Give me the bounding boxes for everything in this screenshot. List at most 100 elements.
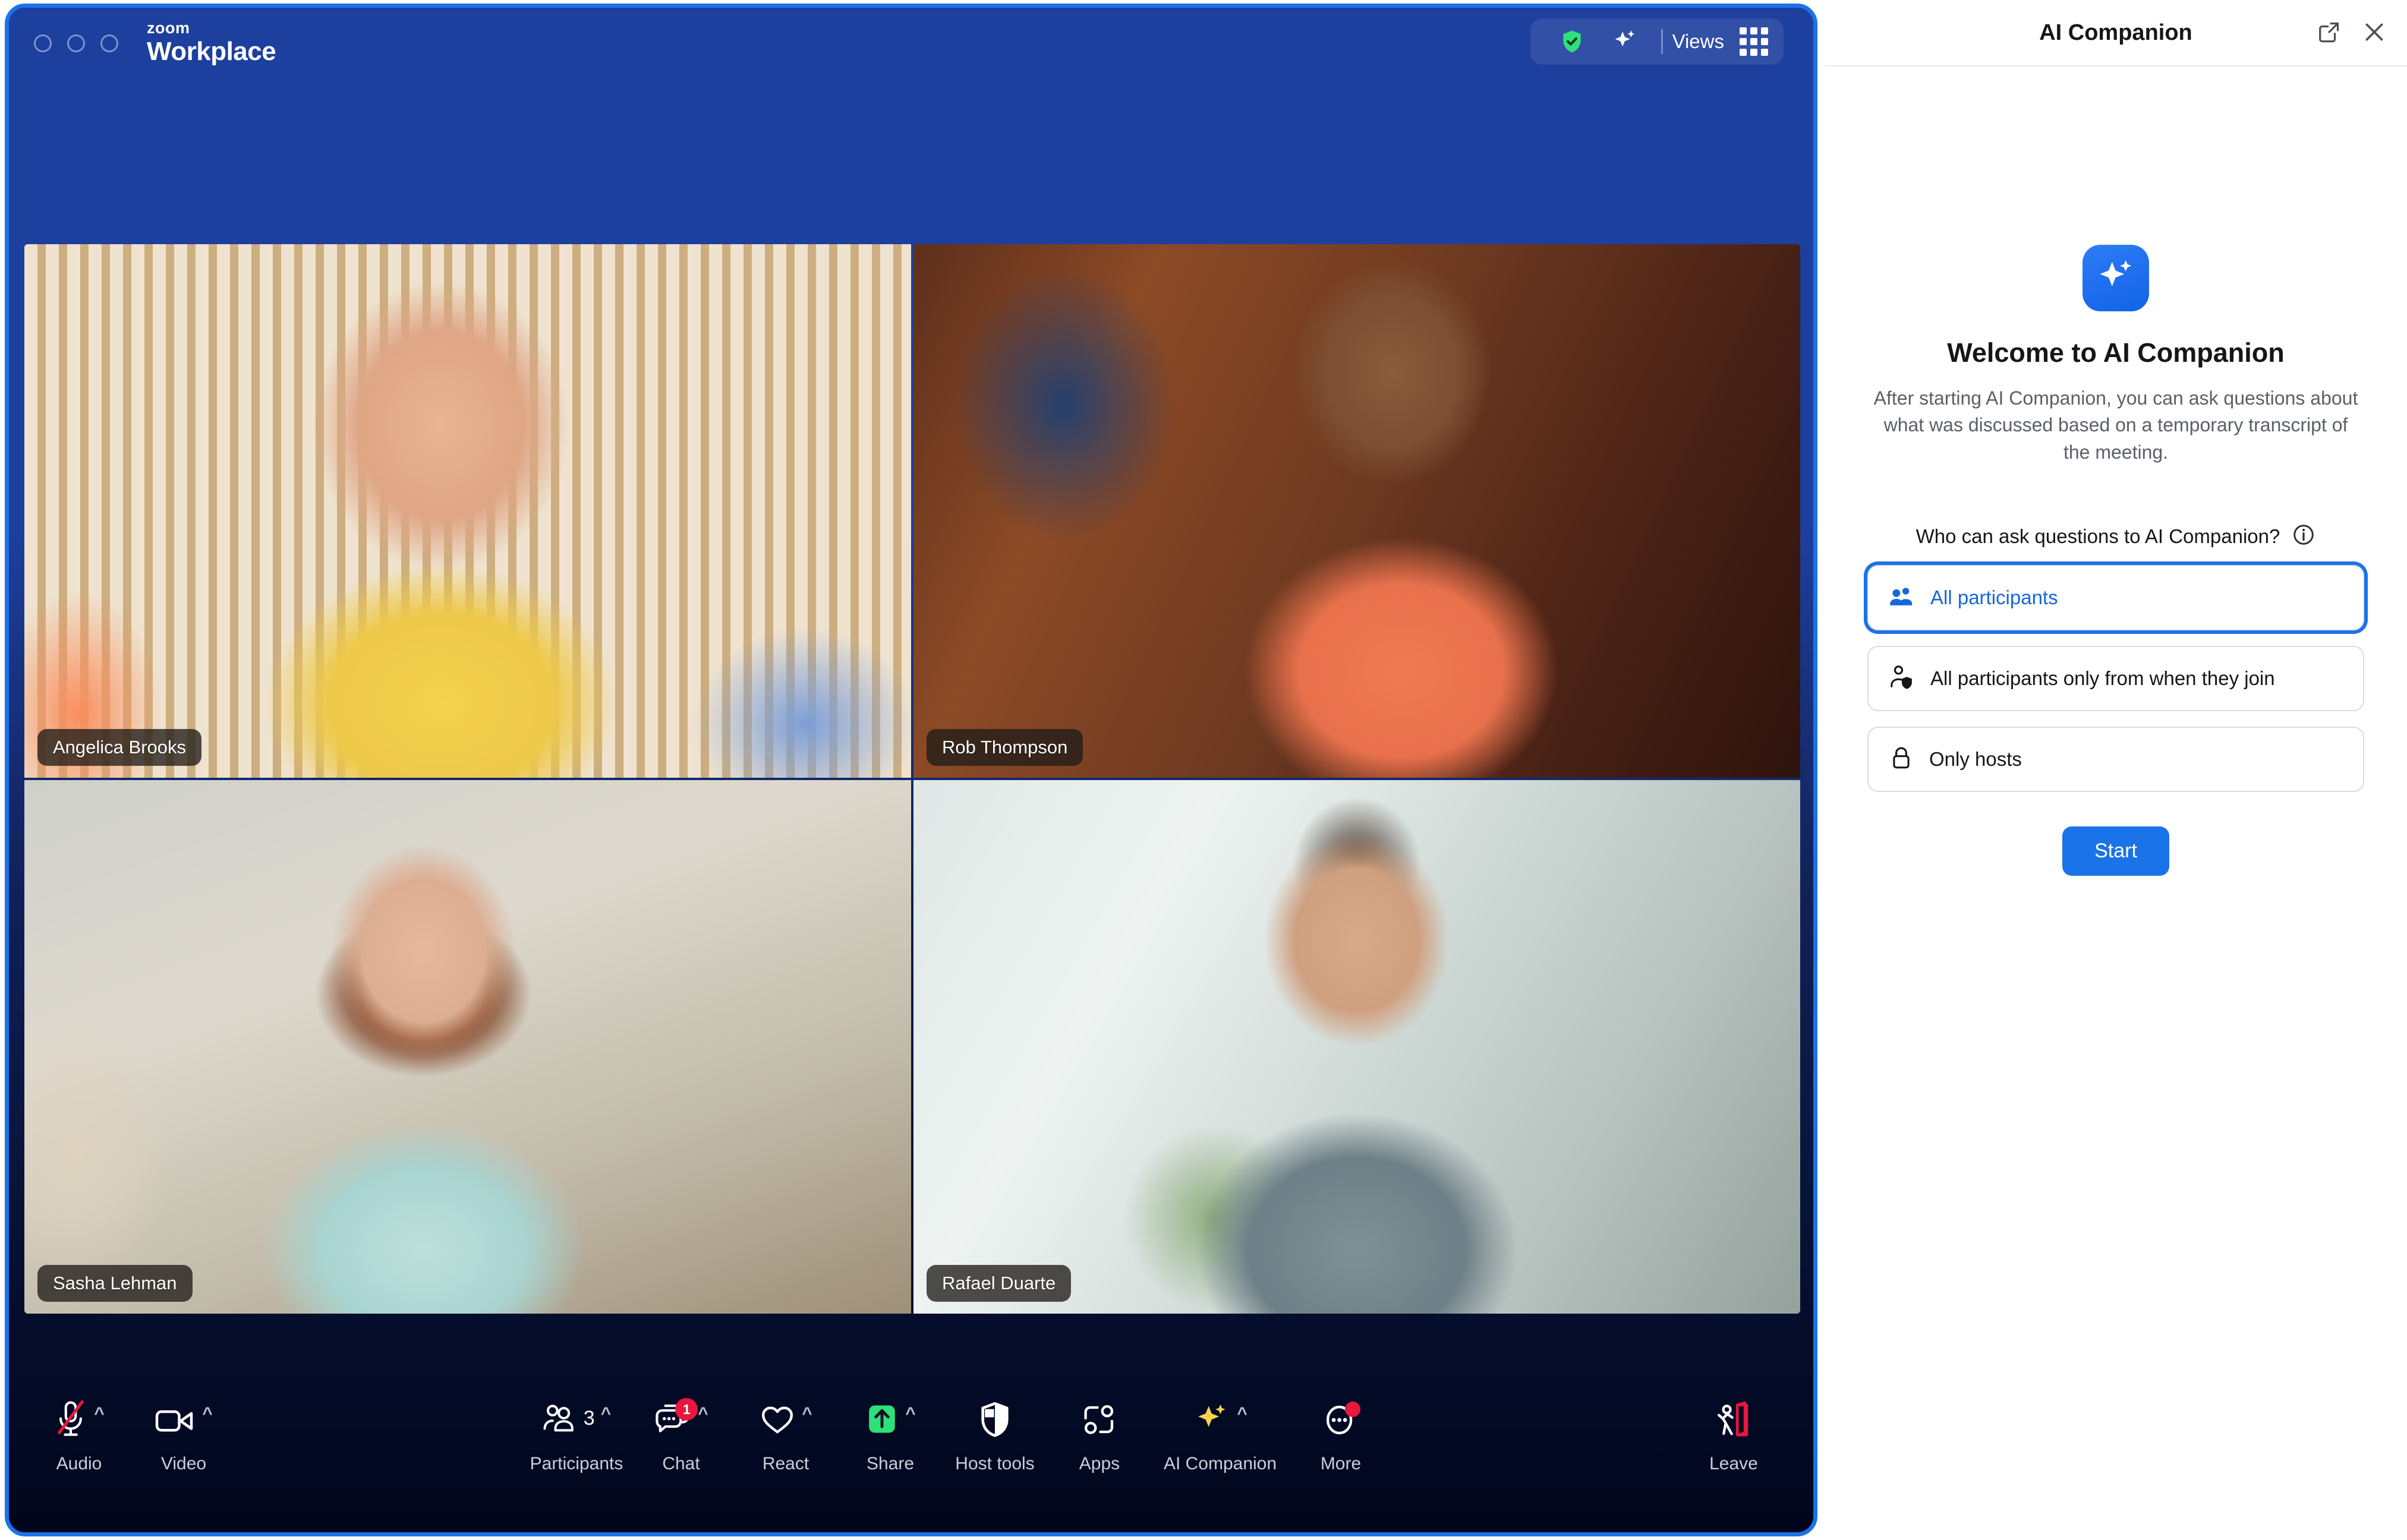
ai-welcome-section: Welcome to AI Companion After starting A…: [1867, 245, 2364, 466]
apps-icon[interactable]: [1081, 1403, 1118, 1440]
toolbar-label: AI Companion: [1163, 1454, 1277, 1473]
chat-unread-badge: 1: [675, 1398, 698, 1421]
ai-welcome-description: After starting AI Companion, you can ask…: [1873, 387, 2358, 463]
ai-panel-header-actions: [2317, 0, 2387, 67]
toolbar-label: Video: [160, 1454, 207, 1473]
participant-video-feed: [24, 780, 911, 1314]
toolbar-button-ai-companion[interactable]: ^ AI Companion: [1152, 1384, 1288, 1479]
info-icon[interactable]: [2292, 523, 2315, 550]
ai-permission-option-only-hosts[interactable]: Only hosts: [1867, 727, 2364, 793]
toolbar-label: Host tools: [955, 1454, 1035, 1473]
shield-check-icon[interactable]: [1546, 29, 1598, 55]
participant-video-grid: Angelica Brooks Rob Thompson Sasha Lehma…: [24, 244, 1800, 1314]
toolbar-button-host-tools[interactable]: Host tools: [943, 1384, 1047, 1479]
toolbar-label: Leave: [1709, 1454, 1758, 1473]
toolbar-button-audio[interactable]: ^ Audio: [27, 1384, 131, 1479]
toolbar-right-group: Leave: [1681, 1384, 1786, 1479]
toolbar-button-share[interactable]: ^ Share: [838, 1384, 943, 1479]
chevron-up-icon[interactable]: ^: [802, 1405, 812, 1423]
meeting-canvas: zoom Workplace Views Angelica Brooks Rob…: [9, 8, 1813, 1532]
ai-permission-option-from-join[interactable]: All participants only from when they joi…: [1867, 646, 2364, 712]
two-people-icon: [1889, 585, 1915, 611]
ai-sparkle-icon: [2083, 245, 2149, 311]
toolbar-label: Share: [866, 1454, 915, 1473]
video-tile[interactable]: Angelica Brooks: [24, 244, 911, 778]
ai-welcome-title: Welcome to AI Companion: [1947, 337, 2285, 368]
participant-video-feed: [24, 244, 911, 778]
grid-layout-icon[interactable]: [1736, 27, 1768, 56]
participant-name-badge: Rafael Duarte: [927, 1265, 1072, 1302]
brand-zoom-text: zoom: [147, 18, 190, 37]
ai-panel-body: Welcome to AI Companion After starting A…: [1825, 245, 2407, 876]
participant-video-feed: [913, 780, 1800, 1314]
ai-option-label: All participants: [1930, 586, 2058, 609]
chevron-up-icon[interactable]: ^: [601, 1405, 612, 1423]
open-external-icon[interactable]: [2317, 20, 2342, 48]
ai-option-label: All participants only from when they joi…: [1930, 667, 2275, 690]
ai-permission-option-all-participants[interactable]: All participants: [1867, 565, 2364, 631]
toolbar-left-group: ^ Audio ^ Video: [27, 1384, 236, 1479]
person-shield-icon: [1889, 664, 1915, 693]
chevron-up-icon[interactable]: ^: [698, 1405, 708, 1423]
ai-panel-title: AI Companion: [2039, 20, 2192, 45]
toolbar-button-video[interactable]: ^ Video: [131, 1384, 236, 1479]
toolbar-button-apps[interactable]: Apps: [1047, 1384, 1152, 1479]
chevron-up-icon[interactable]: ^: [202, 1405, 213, 1423]
ai-start-row: Start: [1867, 826, 2364, 876]
toolbar-button-react[interactable]: ^ React: [733, 1384, 838, 1479]
ai-sparkle-icon[interactable]: [1598, 28, 1652, 55]
participant-name-badge: Rob Thompson: [927, 729, 1083, 766]
video-tile[interactable]: Rafael Duarte: [913, 780, 1800, 1314]
more-ellipsis-icon[interactable]: [1322, 1402, 1360, 1440]
toolbar-button-participants[interactable]: 3 ^ Participants: [524, 1384, 629, 1479]
video-tile[interactable]: Sasha Lehman: [24, 780, 911, 1314]
brand-workplace-text: Workplace: [147, 36, 276, 66]
participants-icon[interactable]: 3: [542, 1403, 595, 1434]
leave-door-icon[interactable]: [1715, 1400, 1752, 1443]
close-window-button[interactable]: [34, 34, 52, 52]
shield-host-icon[interactable]: [978, 1400, 1012, 1441]
maximize-window-button[interactable]: [100, 34, 118, 52]
toolbar-button-leave[interactable]: Leave: [1681, 1384, 1786, 1479]
video-camera-icon[interactable]: [155, 1398, 196, 1440]
views-button-label[interactable]: Views: [1672, 30, 1736, 53]
ai-panel-header: AI Companion: [1825, 0, 2407, 67]
close-icon[interactable]: [2362, 20, 2387, 48]
microphone-muted-icon[interactable]: [53, 1398, 88, 1447]
toolbar-divider: [1661, 29, 1663, 54]
participant-video-feed: [913, 244, 1800, 778]
share-screen-icon[interactable]: [865, 1403, 899, 1439]
toolbar-label: React: [762, 1454, 809, 1473]
ai-permission-question: Who can ask questions to AI Companion?: [1915, 525, 2280, 547]
chevron-up-icon[interactable]: ^: [905, 1405, 916, 1423]
participant-name-badge: Angelica Brooks: [37, 729, 202, 766]
titlebar-controls: Views: [1530, 18, 1784, 65]
toolbar-label: More: [1320, 1454, 1362, 1473]
toolbar-label: Chat: [662, 1454, 700, 1473]
chevron-up-icon[interactable]: ^: [1237, 1405, 1247, 1423]
screen: zoom Workplace Views Angelica Brooks Rob…: [0, 0, 2407, 1540]
toolbar-label: Apps: [1079, 1454, 1120, 1473]
participants-count: 3: [583, 1406, 595, 1429]
chevron-up-icon[interactable]: ^: [94, 1405, 105, 1423]
toolbar-button-chat[interactable]: 1 ^ Chat: [629, 1384, 733, 1479]
more-notification-dot: [1345, 1402, 1360, 1417]
minimize-window-button[interactable]: [67, 34, 85, 52]
toolbar-center-group: 3 ^ Participants 1 ^ Chat ^ React ^ Shar…: [524, 1384, 1393, 1479]
chat-bubble-icon[interactable]: 1: [654, 1398, 698, 1439]
participant-name-badge: Sasha Lehman: [37, 1265, 193, 1302]
lock-icon: [1889, 745, 1914, 774]
start-button[interactable]: Start: [2062, 826, 2169, 876]
heart-icon[interactable]: [759, 1403, 796, 1439]
zoom-workplace-logo: zoom Workplace: [147, 20, 276, 67]
ai-permission-question-row: Who can ask questions to AI Companion?: [1867, 523, 2364, 550]
meeting-toolbar: ^ Audio ^ Video 3 ^ Participants 1 ^ Cha…: [9, 1384, 1813, 1532]
window-controls[interactable]: [34, 34, 118, 52]
toolbar-label: Participants: [530, 1454, 623, 1473]
video-tile[interactable]: Rob Thompson: [913, 244, 1800, 778]
ai-companion-panel: AI Companion Welcome to AI Companion Aft…: [1825, 0, 2407, 1540]
ai-sparkle-icon[interactable]: [1193, 1400, 1231, 1443]
toolbar-button-more[interactable]: More: [1288, 1384, 1393, 1479]
toolbar-label: Audio: [56, 1454, 102, 1473]
zoom-meeting-window: zoom Workplace Views Angelica Brooks Rob…: [5, 4, 1817, 1536]
